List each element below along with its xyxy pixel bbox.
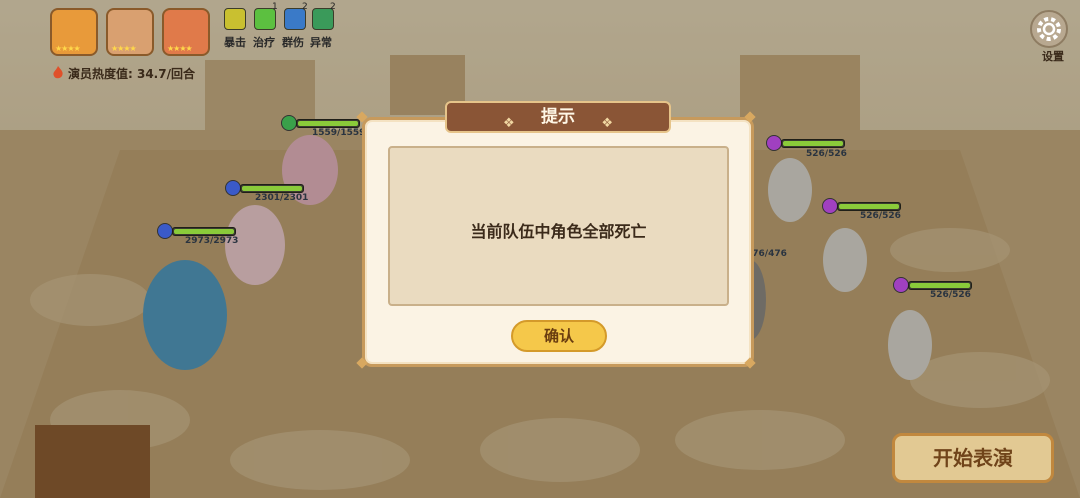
ornament-icon: ❖ [503, 116, 515, 131]
status-buff-count: 2 [330, 2, 336, 12]
crit-buff-label: 暴击 [224, 36, 246, 49]
ally-hp-value: 1559/1559 [312, 128, 366, 138]
flame-icon [53, 66, 63, 79]
enemy-hp-value: 526/526 [930, 290, 971, 300]
aoe-buff-label: 群伤 [282, 36, 304, 49]
actor-heat-value: 演员热度值: 34.7/回合 [68, 67, 195, 81]
ally-hp-value: 2301/2301 [255, 193, 309, 203]
dialog-title-banner: ❖ 提示 ❖ [445, 101, 671, 133]
class-icon [225, 180, 241, 196]
heal-buff-label: 治疗 [253, 36, 275, 49]
ally-hp-bar [240, 184, 304, 193]
dialog-title: 提示 [541, 107, 575, 127]
dialog-message-panel: 当前队伍中角色全部死亡 [388, 146, 729, 306]
enemy-hp-bar [908, 281, 972, 290]
class-icon [281, 115, 297, 131]
ally-hp-bar [296, 119, 360, 128]
enemy-hp-value: 526/526 [860, 211, 901, 221]
class-icon [766, 135, 782, 151]
dialog-message: 当前队伍中角色全部死亡 [470, 222, 647, 241]
character-portrait[interactable]: ★★★★ [50, 8, 98, 56]
status-buff-label: 异常 [310, 36, 332, 49]
ally-hp-bar [172, 227, 236, 236]
settings-label: 设置 [1042, 50, 1064, 63]
enemy-hp-bar [781, 139, 845, 148]
class-icon [157, 223, 173, 239]
enemy-hp-bar [837, 202, 901, 211]
enemy-hp-value: 526/526 [806, 149, 847, 159]
ornament-icon: ❖ [601, 116, 613, 131]
class-icon [822, 198, 838, 214]
character-portrait[interactable]: ★★★★ [106, 8, 154, 56]
crit-buff-icon[interactable] [224, 8, 246, 30]
aoe-buff-count: 2 [302, 2, 308, 12]
ally-hp-value: 2973/2973 [185, 236, 239, 246]
settings-button[interactable] [1030, 10, 1068, 48]
character-portrait[interactable]: ★★★★ [162, 8, 210, 56]
class-icon [893, 277, 909, 293]
confirm-button[interactable]: 确认 [511, 320, 607, 352]
gear-icon [1037, 17, 1061, 41]
heal-buff-count: 1 [272, 2, 278, 12]
start-performance-button[interactable]: 开始表演 [892, 433, 1054, 483]
